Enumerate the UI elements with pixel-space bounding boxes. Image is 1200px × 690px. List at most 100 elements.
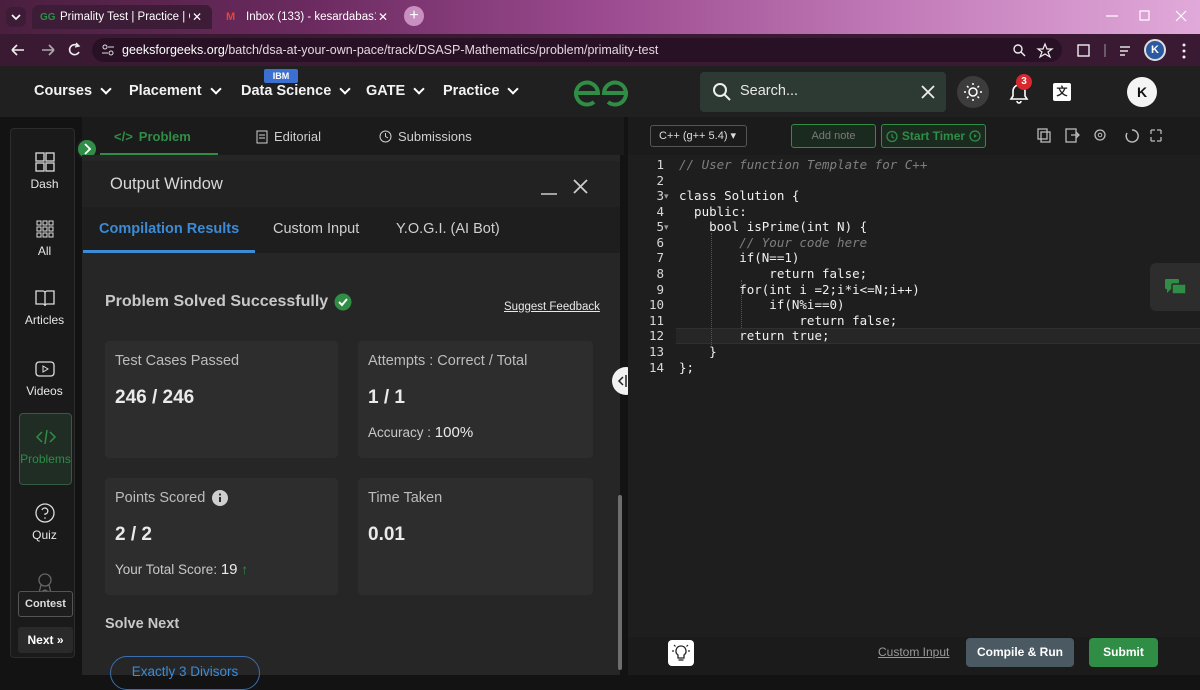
chevron-down-icon bbox=[339, 83, 351, 95]
gfg-favicon-icon: GG bbox=[40, 12, 56, 23]
code-line: }; bbox=[679, 360, 695, 375]
add-note-button[interactable]: Add note bbox=[791, 124, 876, 148]
nav-placement[interactable]: Placement bbox=[129, 83, 222, 99]
nav-gate[interactable]: GATE bbox=[366, 83, 425, 99]
clear-search-icon[interactable] bbox=[920, 84, 936, 100]
nav-buttons[interactable] bbox=[8, 40, 88, 60]
points-card: Points Scored 2 / 2 Your Total Score: 19… bbox=[105, 478, 338, 595]
info-icon[interactable] bbox=[212, 490, 229, 506]
code-icon: </> bbox=[114, 129, 133, 144]
gfg-logo-icon[interactable] bbox=[570, 78, 632, 108]
chevron-down-icon bbox=[507, 83, 520, 95]
user-avatar[interactable]: K bbox=[1127, 77, 1157, 107]
hint-button[interactable] bbox=[668, 640, 694, 666]
import-icon bbox=[1065, 128, 1080, 143]
sidebar-item-videos[interactable]: Videos bbox=[12, 358, 77, 398]
sidebar-item-dash[interactable]: Dash bbox=[12, 151, 77, 191]
code-line: return false; bbox=[679, 313, 898, 328]
tab-editorial[interactable]: Editorial bbox=[256, 129, 321, 144]
close-icon[interactable]: ✕ bbox=[376, 10, 390, 24]
editor-actions[interactable] bbox=[1036, 127, 1166, 145]
url-text[interactable]: geeksforgeeks.org/batch/dsa-at-your-own-… bbox=[122, 43, 658, 57]
close-icon[interactable]: ✕ bbox=[190, 10, 204, 24]
submit-button[interactable]: Submit bbox=[1089, 638, 1158, 667]
test-cases-card: Test Cases Passed 246 / 246 bbox=[105, 341, 338, 458]
sidebar-item-articles[interactable]: Articles bbox=[12, 287, 77, 327]
search-input[interactable]: Search... bbox=[740, 83, 798, 99]
fullscreen-icon bbox=[1150, 129, 1162, 142]
start-timer-button[interactable]: Start Timer bbox=[881, 124, 986, 148]
code-line: return true; bbox=[679, 328, 830, 343]
tab-problem[interactable]: </> Problem bbox=[114, 129, 191, 144]
browser-toolbar-icons[interactable] bbox=[1012, 42, 1200, 60]
new-tab-button[interactable]: + bbox=[404, 6, 424, 26]
ibm-badge: IBM bbox=[264, 69, 298, 83]
tab-title: Primality Test | Practice | GeeksforGeek… bbox=[60, 11, 190, 23]
search-icon bbox=[713, 83, 731, 101]
back-icon bbox=[11, 44, 24, 56]
chevron-down-icon bbox=[413, 83, 425, 95]
close-window-icon bbox=[1175, 10, 1187, 22]
language-select[interactable]: C++ (g++ 5.4) ▾ bbox=[650, 125, 747, 147]
sidebar-item-all[interactable]: All bbox=[12, 218, 77, 258]
question-icon bbox=[34, 503, 55, 523]
custom-input-link[interactable]: Custom Input bbox=[878, 645, 949, 659]
code-line: bool isPrime(int N) { bbox=[679, 219, 868, 234]
attempts-card: Attempts : Correct / Total 1 / 1 Accurac… bbox=[358, 341, 593, 458]
extensions-icon bbox=[1077, 44, 1090, 57]
tab-search-button[interactable] bbox=[6, 7, 26, 27]
code-icon bbox=[35, 429, 56, 445]
code-line: // User function Template for C++ bbox=[679, 157, 928, 172]
theme-toggle-button[interactable] bbox=[957, 76, 989, 108]
sidebar-item-problems[interactable]: Problems bbox=[19, 413, 72, 485]
code-line: if(N==1) bbox=[679, 250, 800, 265]
output-window-controls[interactable] bbox=[539, 178, 591, 196]
notification-badge: 3 bbox=[1016, 74, 1032, 90]
gmail-icon: M bbox=[226, 11, 236, 23]
reset-icon bbox=[1125, 129, 1139, 143]
browser-tab-active[interactable]: GG Primality Test | Practice | GeeksforG… bbox=[32, 5, 212, 29]
code-line: public: bbox=[679, 204, 747, 219]
code-line: // Your code here bbox=[679, 235, 868, 250]
copy-icon bbox=[1037, 128, 1051, 143]
tab-submissions[interactable]: Submissions bbox=[379, 129, 472, 144]
solve-next-chip[interactable]: Exactly 3 Divisors bbox=[110, 656, 260, 690]
settings-icon bbox=[1094, 129, 1106, 141]
suggest-feedback-link[interactable]: Suggest Feedback bbox=[504, 301, 600, 313]
menu-dots-icon bbox=[1182, 43, 1186, 59]
video-icon bbox=[34, 361, 55, 377]
compile-run-button[interactable]: Compile & Run bbox=[966, 638, 1074, 667]
sidebar-item-quiz[interactable]: Quiz bbox=[12, 502, 77, 542]
nav-practice[interactable]: Practice bbox=[443, 83, 520, 99]
status-message: Problem Solved Successfully bbox=[105, 293, 352, 311]
zoom-icon bbox=[1013, 44, 1026, 57]
nav-courses[interactable]: Courses bbox=[34, 83, 112, 99]
tab-custom-input[interactable]: Custom Input bbox=[273, 221, 359, 237]
bookmark-star-icon bbox=[1036, 42, 1054, 59]
forward-icon bbox=[42, 44, 55, 56]
search-box[interactable]: Search... bbox=[700, 72, 946, 112]
tab-compilation-results[interactable]: Compilation Results bbox=[99, 221, 239, 237]
book-icon bbox=[34, 290, 55, 307]
chat-button[interactable] bbox=[1150, 263, 1200, 311]
browser-tab-inbox[interactable]: M Inbox (133) - kesardabas12com ✕ bbox=[218, 5, 398, 29]
tab-yogi-ai-bot[interactable]: Y.O.G.I. (AI Bot) bbox=[396, 221, 500, 237]
active-tab-underline bbox=[83, 250, 255, 253]
chevron-down-icon bbox=[209, 83, 222, 95]
play-icon bbox=[969, 130, 981, 142]
profile-avatar[interactable]: K bbox=[1144, 39, 1166, 61]
next-button[interactable]: Next » bbox=[18, 627, 73, 653]
dashboard-icon bbox=[34, 152, 55, 172]
restore-icon bbox=[1139, 10, 1150, 21]
window-controls bbox=[1100, 8, 1195, 24]
nav-data-science[interactable]: Data Science bbox=[241, 83, 351, 99]
accuracy-text: Accuracy : 100% bbox=[368, 424, 474, 441]
go-back-button[interactable]: Contest bbox=[18, 591, 73, 617]
code-line: return false; bbox=[679, 266, 868, 281]
translate-icon[interactable]: 文 bbox=[1053, 83, 1071, 101]
output-scrollbar[interactable] bbox=[618, 495, 622, 670]
total-score-text: Your Total Score: 19 ↑ bbox=[115, 561, 249, 578]
site-info-icon[interactable] bbox=[100, 43, 116, 57]
check-circle-icon bbox=[334, 293, 352, 311]
close-icon bbox=[573, 179, 588, 194]
